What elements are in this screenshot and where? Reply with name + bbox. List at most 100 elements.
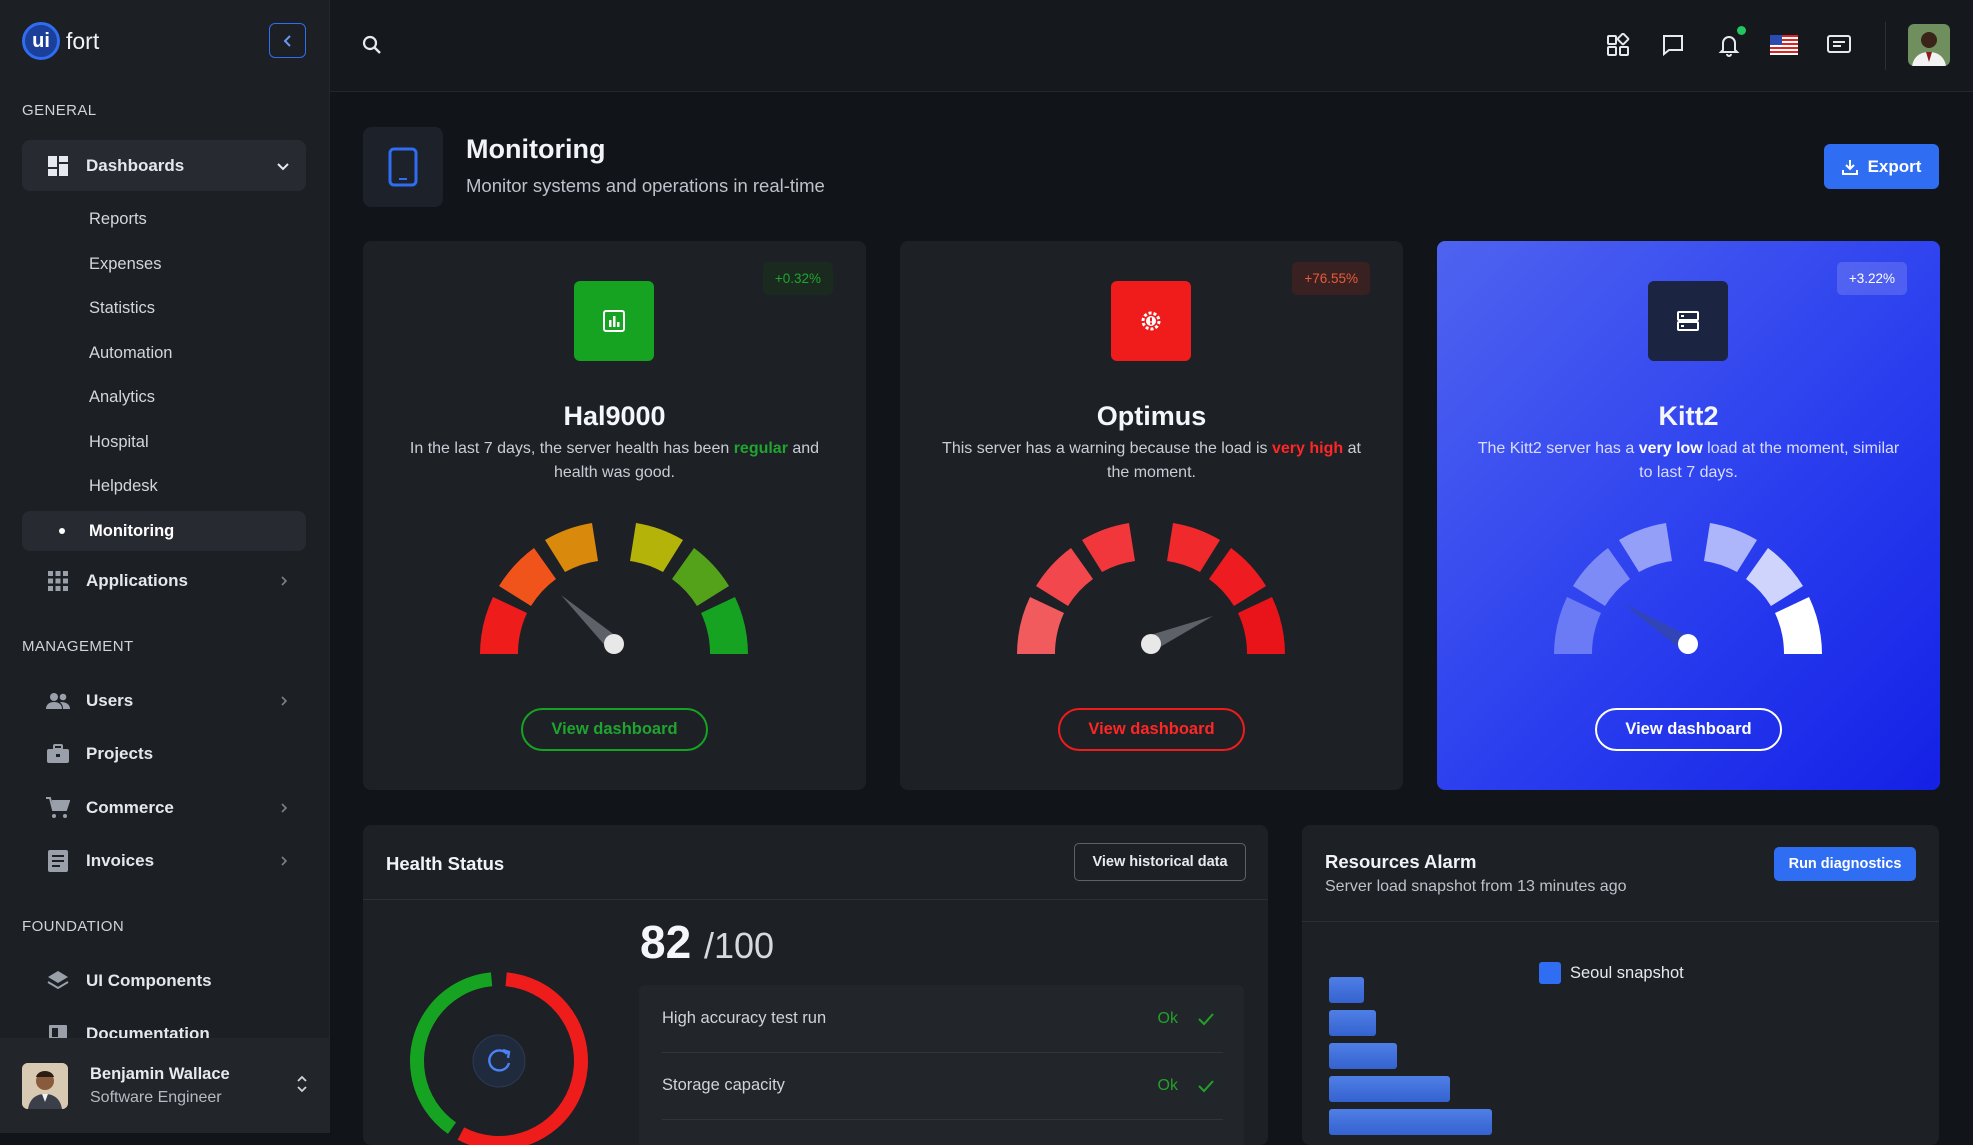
load-gauge [471, 511, 757, 661]
resources-alarm-panel: Resources Alarm Server load snapshot fro… [1302, 825, 1939, 1145]
search-icon[interactable] [357, 30, 387, 60]
desc-text: This server has a warning because the lo… [942, 440, 1272, 457]
desc-highlight: very high [1272, 440, 1343, 457]
check-label: Storage capacity [662, 1076, 785, 1095]
chevron-down-icon [276, 159, 290, 173]
sidebar: ui fort GENERAL Dashboards Reports Expen… [0, 0, 330, 1133]
gauge-segment [545, 523, 598, 572]
section-management: MANAGEMENT [22, 638, 134, 655]
user-profile-switcher[interactable]: Benjamin Wallace Software Engineer [0, 1038, 330, 1133]
list-item: High accuracy test run Ok [639, 985, 1244, 1052]
sidebar-item-label: Projects [86, 744, 153, 764]
sidebar-subitem-helpdesk[interactable]: Helpdesk [22, 466, 306, 506]
chevron-up-down-icon [296, 1074, 308, 1094]
gauge-segment [480, 597, 527, 654]
sidebar-item-label: Dashboards [86, 156, 184, 176]
view-dashboard-button[interactable]: View dashboard [1595, 708, 1782, 751]
sidebar-item-label: Invoices [86, 851, 154, 871]
view-dashboard-button[interactable]: View dashboard [1058, 708, 1245, 751]
chart-bar [1329, 1010, 1376, 1036]
change-badge: +0.32% [763, 262, 833, 295]
gauge-segment [499, 548, 556, 606]
user-role: Software Engineer [90, 1089, 230, 1107]
sidebar-subitem-reports[interactable]: Reports [22, 199, 306, 239]
avatar[interactable] [1908, 24, 1950, 66]
chevron-right-icon [278, 802, 290, 814]
load-gauge [1545, 511, 1831, 661]
main-content: Monitoring Monitor systems and operation… [330, 92, 1973, 1133]
briefcase-icon [46, 742, 70, 766]
divider [363, 899, 1268, 900]
sidebar-item-users[interactable]: Users [22, 675, 306, 726]
sidebar-item-ui-components[interactable]: UI Components [22, 955, 306, 1006]
health-status-panel: Health Status View historical data 82 /1… [363, 825, 1268, 1145]
sidebar-subitem-statistics[interactable]: Statistics [22, 288, 306, 328]
users-icon [46, 689, 70, 713]
topbar [330, 0, 1973, 92]
bell-icon[interactable] [1714, 30, 1744, 60]
server-name: Hal9000 [363, 401, 866, 432]
change-badge: +76.55% [1292, 262, 1370, 295]
sidebar-subitem-hospital[interactable]: Hospital [22, 422, 306, 462]
sidebar-item-label: Applications [86, 571, 188, 591]
sidebar-item-applications[interactable]: Applications [22, 555, 306, 606]
gauge-segment [1746, 548, 1803, 606]
legend-swatch [1539, 962, 1561, 984]
chevron-left-icon [281, 34, 295, 48]
gauge-segment [1209, 548, 1266, 606]
divider [662, 1119, 1223, 1120]
desc-highlight: very low [1639, 440, 1703, 457]
sidebar-subitem-automation[interactable]: Automation [22, 333, 306, 373]
brand-name: fort [66, 28, 99, 55]
legend-label: Seoul snapshot [1570, 964, 1684, 983]
sidebar-item-label: UI Components [86, 971, 212, 991]
sidebar-item-projects[interactable]: Projects [22, 728, 306, 779]
refresh-icon-bg [473, 1035, 525, 1087]
server-name: Kitt2 [1437, 401, 1940, 432]
view-dashboard-button[interactable]: View dashboard [521, 708, 708, 751]
run-diagnostics-button[interactable]: Run diagnostics [1774, 847, 1916, 881]
server-description: The Kitt2 server has a very low load at … [1477, 437, 1900, 485]
export-button[interactable]: Export [1824, 144, 1939, 189]
chat-icon[interactable] [1658, 30, 1688, 60]
server-card-hal9000: +0.32% Hal9000 In the last 7 days, the s… [363, 241, 866, 790]
view-historical-data-button[interactable]: View historical data [1074, 843, 1246, 881]
sidebar-subitem-label: Monitoring [89, 522, 174, 541]
sidebar-item-label: Commerce [86, 798, 174, 818]
collapse-sidebar-button[interactable] [269, 23, 306, 58]
page-subtitle: Monitor systems and operations in real-t… [466, 175, 825, 197]
section-foundation: FOUNDATION [22, 918, 124, 935]
chevron-right-icon [278, 855, 290, 867]
notification-dot [1737, 26, 1746, 35]
export-label: Export [1868, 157, 1922, 177]
gauge-segment [1554, 597, 1601, 654]
sidebar-item-invoices[interactable]: Invoices [22, 835, 306, 886]
warning-gear-icon [1111, 281, 1191, 361]
check-label: High accuracy test run [662, 1009, 826, 1028]
sidebar-item-commerce[interactable]: Commerce [22, 782, 306, 833]
sidebar-subitem-analytics[interactable]: Analytics [22, 377, 306, 417]
widgets-icon[interactable] [1603, 30, 1633, 60]
us-flag-icon[interactable] [1769, 30, 1799, 60]
gauge-segment [701, 597, 748, 654]
dashboard-icon [46, 154, 70, 178]
sidebar-subitem-monitoring[interactable]: Monitoring [22, 511, 306, 551]
list-item: Storage capacity Ok [639, 1052, 1244, 1119]
chart-bar [1329, 977, 1364, 1003]
gauge-pivot [1678, 634, 1698, 654]
brand-logo[interactable]: ui fort [22, 22, 99, 60]
screen-message-icon[interactable] [1824, 30, 1854, 60]
sidebar-item-dashboards[interactable]: Dashboards [22, 140, 306, 191]
bar-chart [1329, 977, 1492, 1135]
server-name: Optimus [900, 401, 1403, 432]
sidebar-subitem-expenses[interactable]: Expenses [22, 244, 306, 284]
health-score-ring [408, 970, 590, 1145]
layers-icon [46, 969, 70, 993]
health-checks-list: High accuracy test run Ok Storage capaci… [639, 985, 1244, 1145]
server-card-optimus: +76.55% Optimus This server has a warnin… [900, 241, 1403, 790]
gauge-segment [1619, 523, 1672, 572]
gauge-segment [1036, 548, 1093, 606]
gauge-segment [1775, 597, 1822, 654]
gauge-segment [1167, 523, 1220, 572]
check-status: Ok [1158, 1010, 1178, 1028]
